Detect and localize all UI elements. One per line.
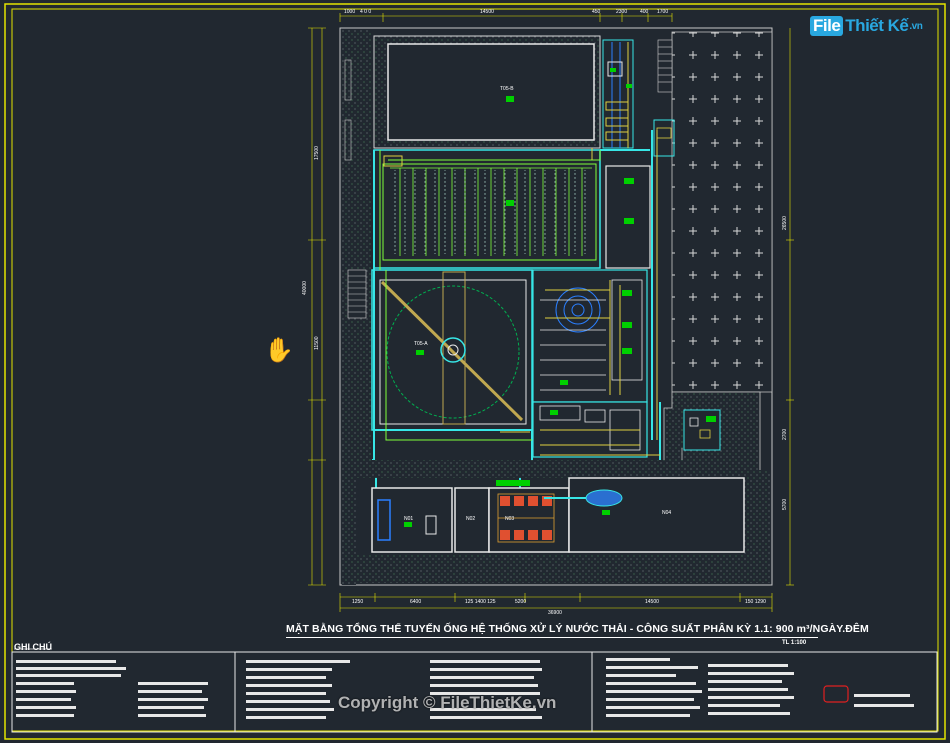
- room-n04: [568, 477, 745, 553]
- svg-text:2300: 2300: [616, 9, 627, 15]
- label-t05b: T05-B: [500, 86, 514, 92]
- svg-text:4 0 0: 4 0 0: [360, 9, 371, 15]
- svg-text:400: 400: [640, 9, 649, 15]
- svg-text:14500: 14500: [645, 599, 659, 605]
- svg-text:40000: 40000: [302, 281, 308, 295]
- filethietke-logo[interactable]: File Thiết Kế .vn: [810, 14, 923, 38]
- left-yard: [356, 30, 372, 460]
- svg-text:11500: 11500: [314, 336, 320, 350]
- notes-label: GHI CHÚ: [14, 642, 52, 652]
- svg-text:1000: 1000: [344, 9, 355, 15]
- logo-domain-text: .vn: [909, 20, 923, 32]
- legend-red-symbol: [823, 685, 849, 703]
- svg-text:150 1290: 150 1290: [745, 599, 766, 605]
- svg-text:1250: 1250: [352, 599, 363, 605]
- svg-text:125 1400 125: 125 1400 125: [465, 599, 496, 605]
- label-n02: N02: [466, 516, 475, 522]
- svg-text:26500: 26500: [782, 216, 788, 230]
- stair-top: [657, 39, 673, 93]
- hand-pan-cursor-icon: ✋: [264, 336, 294, 364]
- drawing-scale: TL 1:100: [782, 640, 807, 646]
- svg-text:6400: 6400: [410, 599, 421, 605]
- copyright-watermark: Copyright © FileThietKe.vn: [338, 693, 557, 712]
- svg-text:1700: 1700: [657, 9, 668, 15]
- svg-text:36900: 36900: [548, 610, 562, 616]
- logo-name-text: Thiết Kế: [845, 16, 909, 35]
- label-n03: N03: [505, 516, 514, 522]
- svg-text:5700: 5700: [782, 499, 788, 510]
- stair-left: [347, 269, 367, 319]
- bottom-strip: [356, 460, 746, 478]
- equipment-column: [602, 39, 634, 149]
- title-underline: [286, 637, 818, 638]
- label-n04: N04: [662, 510, 671, 516]
- svg-text:14500: 14500: [480, 9, 494, 15]
- logo-file-text: File: [810, 16, 844, 36]
- left-dimensions: [308, 27, 326, 586]
- label-t05a: T05-A: [414, 341, 428, 347]
- green-area: [671, 31, 773, 393]
- tank-t05b: [387, 43, 595, 141]
- svg-text:17500: 17500: [314, 146, 320, 160]
- drawing-title: MẶT BẰNG TỔNG THỂ TUYẾN ỐNG HỆ THỐNG XỬ …: [286, 623, 869, 635]
- label-n01: N01: [404, 516, 413, 522]
- svg-text:450: 450: [592, 9, 601, 15]
- svg-text:5200: 5200: [515, 599, 526, 605]
- svg-text:2700: 2700: [782, 429, 788, 440]
